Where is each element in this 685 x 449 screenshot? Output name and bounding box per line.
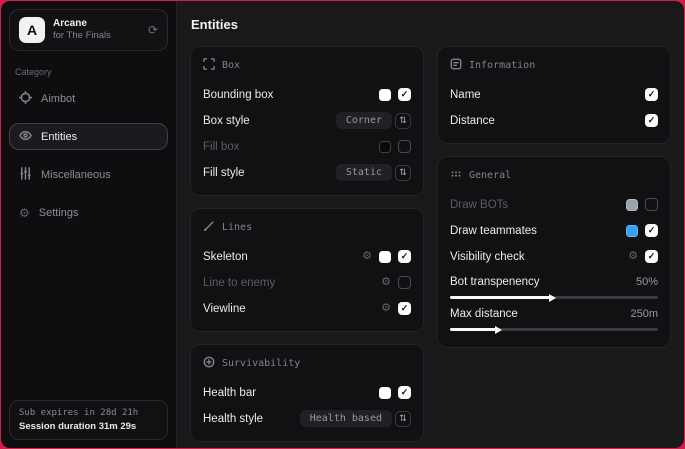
gear-icon[interactable]: ⚙ bbox=[381, 303, 391, 314]
viewline-checkbox[interactable] bbox=[398, 302, 411, 315]
lines-section: Lines Skeleton ⚙ Line to enemy ⚙ bbox=[190, 208, 424, 332]
setting-row-name: Name bbox=[450, 84, 658, 105]
sidebar-item-miscellaneous[interactable]: Miscellaneous bbox=[9, 161, 168, 188]
app-logo: A bbox=[19, 17, 45, 43]
setting-row-draw-bots: Draw BOTs bbox=[450, 194, 658, 215]
session-duration-text: Session duration 31m 29s bbox=[19, 421, 158, 432]
setting-row-health-bar: Health bar bbox=[203, 382, 411, 403]
updown-arrows-icon: ⇅ bbox=[395, 113, 411, 129]
max-distance-value: 250m bbox=[630, 308, 658, 320]
setting-row-distance: Distance bbox=[450, 110, 658, 131]
section-title: Information bbox=[469, 60, 535, 71]
app-title-block: Arcane for The Finals bbox=[53, 18, 140, 42]
sidebar-item-label: Settings bbox=[39, 207, 79, 219]
gear-icon[interactable]: ⚙ bbox=[381, 277, 391, 288]
max-distance-slider-group: Max distance 250m bbox=[450, 308, 658, 331]
sidebar-nav: Aimbot Entities Miscellaneous ⚙ Settings bbox=[9, 85, 168, 226]
section-title: General bbox=[469, 170, 511, 181]
slider-handle[interactable] bbox=[495, 326, 502, 334]
draw-bots-checkbox[interactable] bbox=[645, 198, 658, 211]
main-content: Entities Box Bounding box bbox=[177, 1, 684, 448]
sliders-icon bbox=[19, 167, 32, 183]
sidebar-item-entities[interactable]: Entities bbox=[9, 123, 168, 150]
setting-row-fill-box: Fill box bbox=[203, 136, 411, 157]
page-title: Entities bbox=[177, 1, 684, 44]
color-swatch[interactable] bbox=[379, 387, 391, 399]
draw-teammates-checkbox[interactable] bbox=[645, 224, 658, 237]
setting-row-line-to-enemy: Line to enemy ⚙ bbox=[203, 272, 411, 293]
health-bar-checkbox[interactable] bbox=[398, 386, 411, 399]
slider-handle[interactable] bbox=[549, 294, 556, 302]
setting-row-visibility-check: Visibility check ⚙ bbox=[450, 246, 658, 267]
gear-icon[interactable]: ⚙ bbox=[362, 251, 372, 262]
crosshair-icon bbox=[19, 91, 32, 107]
subscription-card: Sub expires in 28d 21h Session duration … bbox=[9, 400, 168, 440]
refresh-icon[interactable]: ⟳ bbox=[148, 23, 158, 37]
setting-row-draw-teammates: Draw teammates bbox=[450, 220, 658, 241]
fill-box-checkbox[interactable] bbox=[398, 140, 411, 153]
app-name: Arcane bbox=[53, 18, 140, 31]
bot-transparency-value: 50% bbox=[636, 276, 658, 288]
sidebar-item-label: Entities bbox=[41, 131, 77, 143]
information-section: Information Name Distance bbox=[437, 46, 671, 144]
diagonal-line-icon bbox=[203, 220, 215, 235]
section-title: Box bbox=[222, 60, 240, 71]
survivability-section: Survivability Health bar Health style He… bbox=[190, 344, 424, 442]
box-corners-icon bbox=[203, 58, 215, 73]
color-swatch[interactable] bbox=[626, 199, 638, 211]
sidebar-item-aimbot[interactable]: Aimbot bbox=[9, 85, 168, 112]
updown-arrows-icon: ⇅ bbox=[395, 165, 411, 181]
information-icon bbox=[450, 58, 462, 73]
sub-expiry-text: Sub expires in 28d 21h bbox=[19, 408, 158, 418]
max-distance-slider[interactable] bbox=[450, 328, 658, 331]
color-swatch[interactable] bbox=[626, 225, 638, 237]
setting-row-fill-style: Fill style Static ⇅ bbox=[203, 162, 411, 183]
setting-row-viewline: Viewline ⚙ bbox=[203, 298, 411, 319]
setting-row-skeleton: Skeleton ⚙ bbox=[203, 246, 411, 267]
app-header-card: A Arcane for The Finals ⟳ bbox=[9, 9, 168, 51]
distance-checkbox[interactable] bbox=[645, 114, 658, 127]
sidebar-item-label: Aimbot bbox=[41, 93, 75, 105]
setting-row-bounding-box: Bounding box bbox=[203, 84, 411, 105]
general-section: General Draw BOTs Draw teammates bbox=[437, 156, 671, 348]
bot-transparency-slider[interactable] bbox=[450, 296, 658, 299]
updown-arrows-icon: ⇅ bbox=[395, 411, 411, 427]
entities-icon bbox=[19, 129, 32, 145]
app-subtitle: for The Finals bbox=[53, 30, 140, 42]
grid-dots-icon bbox=[450, 168, 462, 183]
setting-row-box-style: Box style Corner ⇅ bbox=[203, 110, 411, 131]
bounding-box-checkbox[interactable] bbox=[398, 88, 411, 101]
skeleton-checkbox[interactable] bbox=[398, 250, 411, 263]
setting-row-health-style: Health style Health based ⇅ bbox=[203, 408, 411, 429]
category-label: Category bbox=[15, 67, 162, 77]
gear-icon: ⚙ bbox=[19, 207, 30, 219]
section-title: Lines bbox=[222, 222, 252, 233]
fill-style-dropdown[interactable]: Static ⇅ bbox=[336, 164, 411, 181]
gear-icon[interactable]: ⚙ bbox=[628, 251, 638, 262]
sidebar-item-settings[interactable]: ⚙ Settings bbox=[9, 199, 168, 226]
app-window: A Arcane for The Finals ⟳ Category Aimbo… bbox=[1, 1, 684, 448]
visibility-check-checkbox[interactable] bbox=[645, 250, 658, 263]
sidebar-item-label: Miscellaneous bbox=[41, 169, 111, 181]
box-section: Box Bounding box Box style Corner ⇅ bbox=[190, 46, 424, 196]
color-swatch[interactable] bbox=[379, 141, 391, 153]
color-swatch[interactable] bbox=[379, 89, 391, 101]
bot-transparency-slider-group: Bot transpenency 50% bbox=[450, 276, 658, 299]
health-style-dropdown[interactable]: Health based ⇅ bbox=[300, 410, 411, 427]
box-style-dropdown[interactable]: Corner ⇅ bbox=[336, 112, 411, 129]
section-title: Survivability bbox=[222, 358, 300, 369]
sidebar: A Arcane for The Finals ⟳ Category Aimbo… bbox=[1, 1, 177, 448]
health-cross-icon bbox=[203, 356, 215, 371]
line-to-enemy-checkbox[interactable] bbox=[398, 276, 411, 289]
color-swatch[interactable] bbox=[379, 251, 391, 263]
name-checkbox[interactable] bbox=[645, 88, 658, 101]
